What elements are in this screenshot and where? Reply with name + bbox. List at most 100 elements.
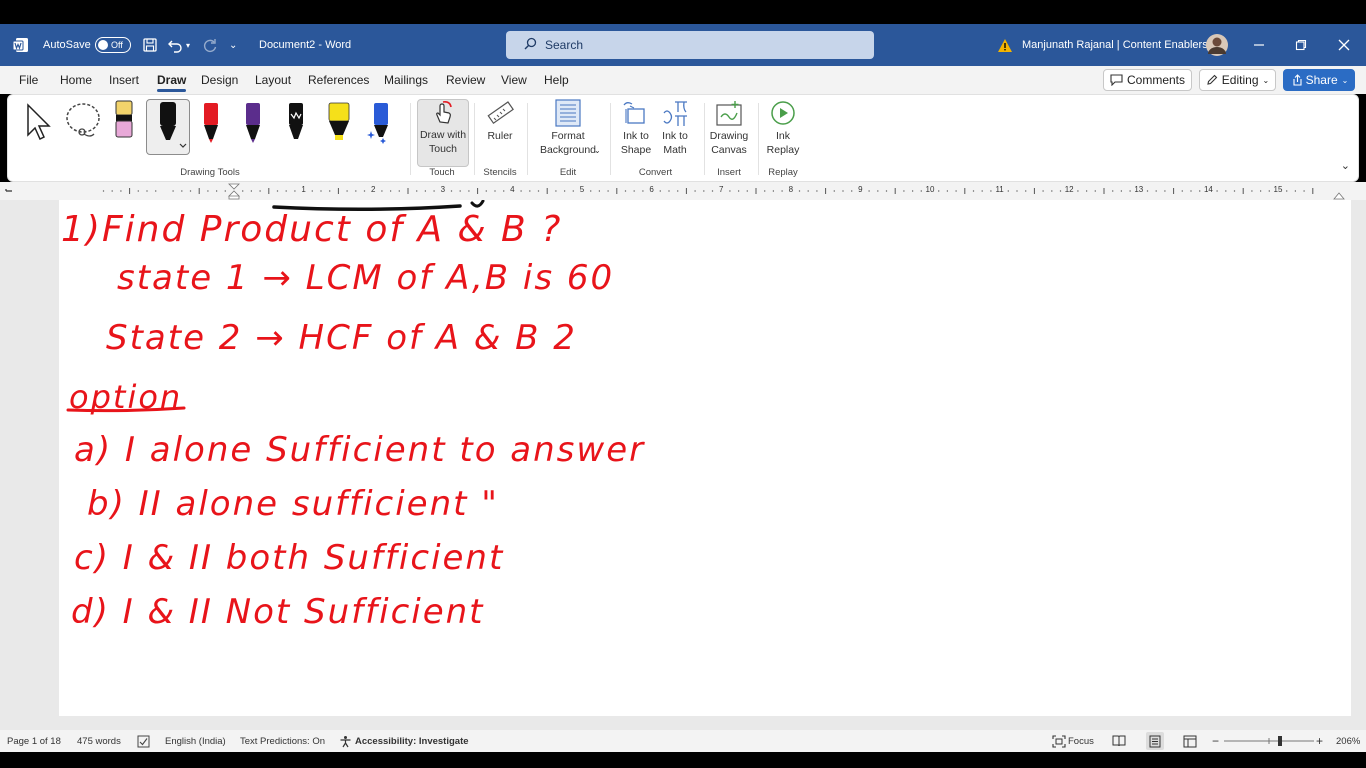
ruler-tick <box>833 190 835 192</box>
format-background-button[interactable]: Format Background <box>536 99 600 157</box>
print-layout-icon[interactable] <box>1146 732 1164 750</box>
ruler-tick <box>703 190 705 192</box>
highlighter-yellow-icon[interactable] <box>324 101 354 148</box>
ruler-tick <box>1086 190 1088 192</box>
minimize-button[interactable] <box>1238 24 1280 66</box>
ruler-tick <box>1303 190 1305 192</box>
tab-layout[interactable]: Layout <box>255 66 291 94</box>
comments-button[interactable]: Comments <box>1103 69 1192 91</box>
ruler-tick <box>1233 190 1236 192</box>
drawing-canvas-button[interactable]: Drawing Canvas <box>708 99 750 157</box>
ruler-tick <box>155 190 157 192</box>
tab-view[interactable]: View <box>501 66 527 94</box>
ruler-number: 12 <box>1064 185 1074 194</box>
autosave-toggle[interactable]: Off <box>95 24 131 66</box>
pen-blue-sparkle-icon[interactable] <box>366 101 392 148</box>
lasso-select-icon[interactable] <box>64 101 102 144</box>
ruler-tick <box>1242 188 1244 194</box>
format-background-chevron-down-icon[interactable]: ⌄ <box>594 146 601 155</box>
select-objects-icon[interactable] <box>24 103 52 144</box>
restore-button[interactable] <box>1280 24 1322 66</box>
ink-to-math-button[interactable]: Ink to Math <box>657 99 693 157</box>
ruler-tick <box>1173 188 1175 194</box>
tab-references[interactable]: References <box>308 66 369 94</box>
search-placeholder: Search <box>545 38 584 52</box>
user-name[interactable]: Manjunath Rajanal | Content Enablers <box>1022 24 1208 66</box>
zoom-in-button[interactable]: + <box>1316 730 1323 752</box>
bottom-black-bar <box>0 752 1366 768</box>
editing-label: Editing <box>1221 73 1259 87</box>
search-box[interactable]: Search <box>506 31 874 59</box>
ruler-tick <box>1016 190 1018 192</box>
redo-icon[interactable] <box>201 24 217 66</box>
ruler-tick <box>129 188 131 194</box>
web-layout-icon[interactable] <box>1183 730 1197 752</box>
group-label-replay: Replay <box>768 167 798 178</box>
ink-replay-button[interactable]: Ink Replay <box>763 99 803 157</box>
group-label-drawing-tools: Drawing Tools <box>180 167 240 178</box>
focus-label[interactable]: Focus <box>1068 730 1094 752</box>
ruler-tick <box>224 190 226 192</box>
ink-to-shape-button[interactable]: Ink to Shape <box>618 99 654 157</box>
collapse-ribbon-chevron-down-icon[interactable]: ⌄ <box>1341 159 1350 172</box>
tab-insert[interactable]: Insert <box>109 66 139 94</box>
horizontal-ruler[interactable]: 1 2 3 4 5 6 7 8 9 10 11 12 13 14 15 <box>0 182 1366 200</box>
draw-with-touch-button[interactable]: Draw with Touch <box>417 99 469 167</box>
ruler-tick <box>746 190 748 192</box>
status-bar: Page 1 of 18 475 words English (India) T… <box>0 730 1366 752</box>
ruler-tick <box>102 190 105 192</box>
pen-black-galaxy-icon[interactable] <box>283 101 309 148</box>
proofing-icon[interactable] <box>137 730 150 752</box>
zoom-out-button[interactable]: − <box>1212 730 1219 752</box>
language[interactable]: English (India) <box>165 730 226 752</box>
drawing-canvas-label-1: Drawing <box>709 130 749 142</box>
autosave-label: AutoSave <box>43 39 91 51</box>
tab-help[interactable]: Help <box>544 66 569 94</box>
customize-qat-icon[interactable]: ⌄ <box>229 24 237 66</box>
pen-black-selected[interactable] <box>146 99 190 155</box>
ruler-tick <box>738 190 740 192</box>
tab-draw[interactable]: Draw <box>157 66 187 94</box>
ruler-tick <box>207 190 209 192</box>
save-icon[interactable] <box>142 24 158 66</box>
ruler-tick <box>250 190 252 192</box>
document-page[interactable]: 1)Find Product of A & B ? state 1 → LCM o… <box>59 200 1351 716</box>
close-button[interactable] <box>1323 24 1365 66</box>
tab-file[interactable]: File <box>19 66 38 94</box>
focus-icon[interactable] <box>1052 730 1066 752</box>
warning-icon[interactable] <box>997 24 1013 66</box>
undo-dropdown-icon[interactable]: ▾ <box>186 24 190 66</box>
ink-to-shape-label-1: Ink to <box>623 130 649 142</box>
group-label-edit: Edit <box>559 167 577 178</box>
ink-to-shape-icon <box>623 102 645 124</box>
accessibility-status[interactable]: Accessibility: Investigate <box>355 730 469 752</box>
ruler-button[interactable]: Ruler <box>480 99 520 143</box>
page-count[interactable]: Page 1 of 18 <box>7 730 61 752</box>
text-predictions[interactable]: Text Predictions: On <box>240 730 325 752</box>
zoom-slider[interactable] <box>1224 730 1314 752</box>
word-count[interactable]: 475 words <box>77 730 121 752</box>
tab-home[interactable]: Home <box>60 66 92 94</box>
undo-icon[interactable] <box>167 24 183 66</box>
share-button[interactable]: Share ⌄ <box>1283 69 1355 91</box>
read-mode-icon[interactable] <box>1112 730 1126 752</box>
ruler-tick <box>355 190 357 192</box>
ruler-tick <box>677 190 679 192</box>
ruler-tick <box>894 188 896 194</box>
ruler-tick <box>198 188 200 194</box>
zoom-level[interactable]: 206% <box>1336 730 1360 752</box>
pen-purple-icon[interactable] <box>240 101 266 148</box>
tab-design[interactable]: Design <box>201 66 238 94</box>
pen-red-icon[interactable] <box>198 101 224 148</box>
tab-review[interactable]: Review <box>446 66 485 94</box>
eraser-icon[interactable] <box>113 99 135 144</box>
ruler-number: 6 <box>649 185 654 194</box>
drawing-canvas-label-2: Canvas <box>711 144 747 156</box>
editing-mode-button[interactable]: Editing ⌄ <box>1199 69 1276 91</box>
ruler-tick <box>1025 190 1027 192</box>
ruler-tick <box>416 190 418 192</box>
avatar[interactable] <box>1205 24 1229 66</box>
ruler-tick <box>146 190 148 192</box>
ruler-tick <box>1225 190 1227 192</box>
tab-mailings[interactable]: Mailings <box>384 66 428 94</box>
